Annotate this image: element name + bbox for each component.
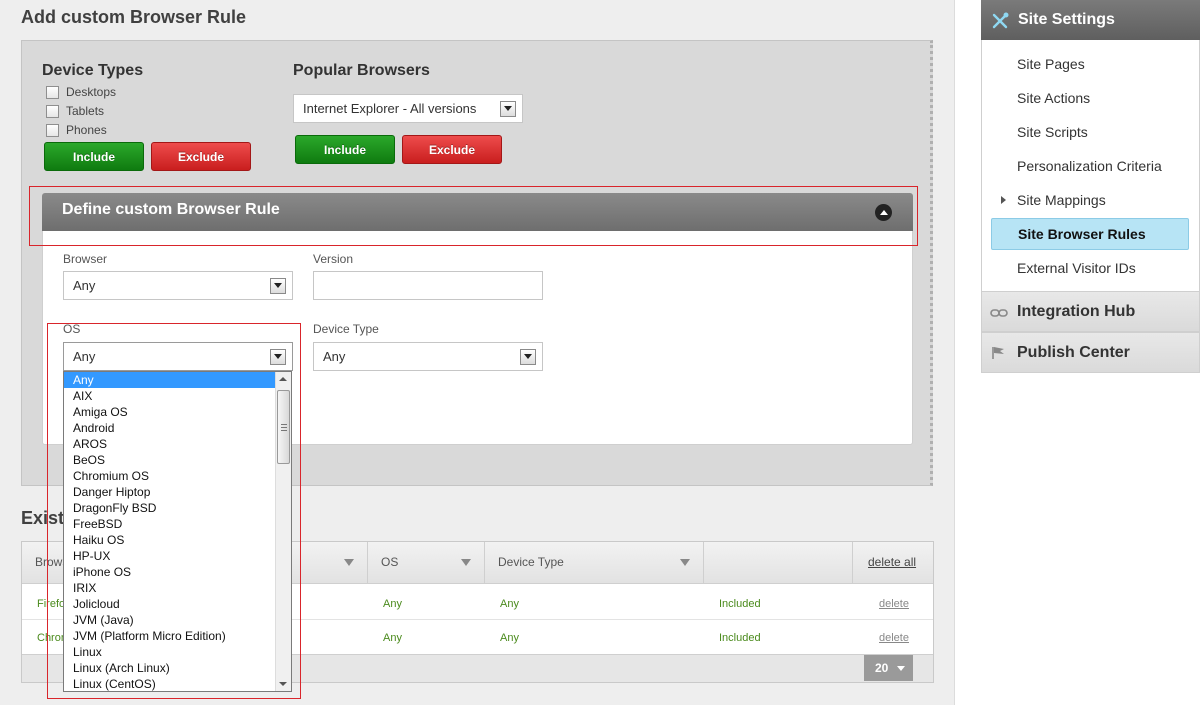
chevron-down-icon[interactable] bbox=[500, 100, 516, 117]
filter-icon[interactable] bbox=[461, 559, 471, 566]
flag-icon bbox=[992, 347, 1004, 359]
table-cell-status: Included bbox=[719, 632, 761, 644]
chevron-down-icon[interactable] bbox=[897, 666, 905, 671]
device-exclude-button[interactable]: Exclude bbox=[151, 142, 251, 171]
caret-right-icon[interactable] bbox=[1001, 196, 1006, 204]
column-divider bbox=[703, 542, 704, 584]
column-divider bbox=[852, 542, 853, 584]
filter-icon[interactable] bbox=[344, 559, 354, 566]
table-cell-device-type: Any bbox=[500, 598, 519, 610]
table-cell-device-type: Any bbox=[500, 632, 519, 644]
sidebar-item-personalization[interactable]: Personalization Criteria bbox=[1017, 158, 1162, 174]
version-label: Version bbox=[313, 252, 354, 266]
version-input[interactable] bbox=[313, 271, 543, 300]
delete-link[interactable]: delete bbox=[879, 632, 909, 644]
tools-icon bbox=[992, 12, 1009, 29]
sidebar-item-site-scripts[interactable]: Site Scripts bbox=[1017, 124, 1088, 140]
sidebar-item-site-pages[interactable]: Site Pages bbox=[1017, 56, 1085, 72]
select-value: Internet Explorer - All versions bbox=[303, 101, 477, 116]
column-divider bbox=[484, 542, 485, 584]
select-value: Any bbox=[323, 349, 346, 364]
browser-label: Browser bbox=[63, 252, 108, 266]
page-title: Add custom Browser Rule bbox=[21, 7, 247, 27]
sidebar-item-site-browser-rules[interactable]: Site Browser Rules bbox=[1018, 226, 1146, 242]
highlight-box bbox=[29, 186, 918, 246]
checkbox-label: Desktops bbox=[66, 85, 117, 99]
chevron-down-icon[interactable] bbox=[520, 348, 536, 365]
sidebar-item-site-mappings[interactable]: Site Mappings bbox=[1017, 192, 1106, 208]
table-cell-os: Any bbox=[383, 632, 402, 644]
checkbox-icon[interactable] bbox=[46, 104, 59, 118]
sidebar-title: Site Settings bbox=[1018, 11, 1115, 28]
popular-browsers-select[interactable]: Internet Explorer - All versions bbox=[293, 94, 523, 123]
sidebar-item-external-visitor-ids[interactable]: External Visitor IDs bbox=[1017, 260, 1136, 276]
device-type-select[interactable]: Any bbox=[313, 342, 543, 371]
device-types-heading: Device Types bbox=[42, 62, 144, 79]
column-divider bbox=[367, 542, 368, 584]
popular-browsers-heading: Popular Browsers bbox=[293, 62, 430, 79]
browser-include-button[interactable]: Include bbox=[295, 135, 395, 164]
publish-center-label: Publish Center bbox=[1017, 344, 1130, 361]
highlight-box bbox=[47, 323, 301, 699]
page-size-select[interactable]: 20 bbox=[864, 655, 913, 681]
integration-hub-label: Integration Hub bbox=[1017, 303, 1136, 320]
table-cell-os: Any bbox=[383, 598, 402, 610]
column-header-device-type[interactable]: Device Type bbox=[498, 555, 564, 569]
table-cell-status: Included bbox=[719, 598, 761, 610]
chevron-down-icon[interactable] bbox=[270, 277, 286, 294]
column-header-os[interactable]: OS bbox=[381, 555, 398, 569]
device-include-button[interactable]: Include bbox=[44, 142, 144, 171]
browser-select[interactable]: Any bbox=[63, 271, 293, 300]
page-size-value: 20 bbox=[875, 661, 889, 675]
delete-link[interactable]: delete bbox=[879, 598, 909, 610]
select-value: Any bbox=[73, 278, 96, 293]
filter-icon[interactable] bbox=[680, 559, 690, 566]
checkbox-tablets[interactable]: Tablets bbox=[46, 104, 104, 118]
checkbox-label: Phones bbox=[66, 123, 107, 137]
checkbox-phones[interactable]: Phones bbox=[46, 123, 107, 137]
delete-all-link[interactable]: delete all bbox=[868, 555, 916, 569]
checkbox-icon[interactable] bbox=[46, 123, 59, 137]
checkbox-desktops[interactable]: Desktops bbox=[46, 85, 116, 99]
device-type-label: Device Type bbox=[313, 322, 379, 336]
checkbox-label: Tablets bbox=[66, 104, 105, 118]
checkbox-icon[interactable] bbox=[46, 85, 59, 99]
sidebar-item-site-actions[interactable]: Site Actions bbox=[1017, 90, 1090, 106]
browser-exclude-button[interactable]: Exclude bbox=[402, 135, 502, 164]
link-icon bbox=[990, 309, 1008, 317]
